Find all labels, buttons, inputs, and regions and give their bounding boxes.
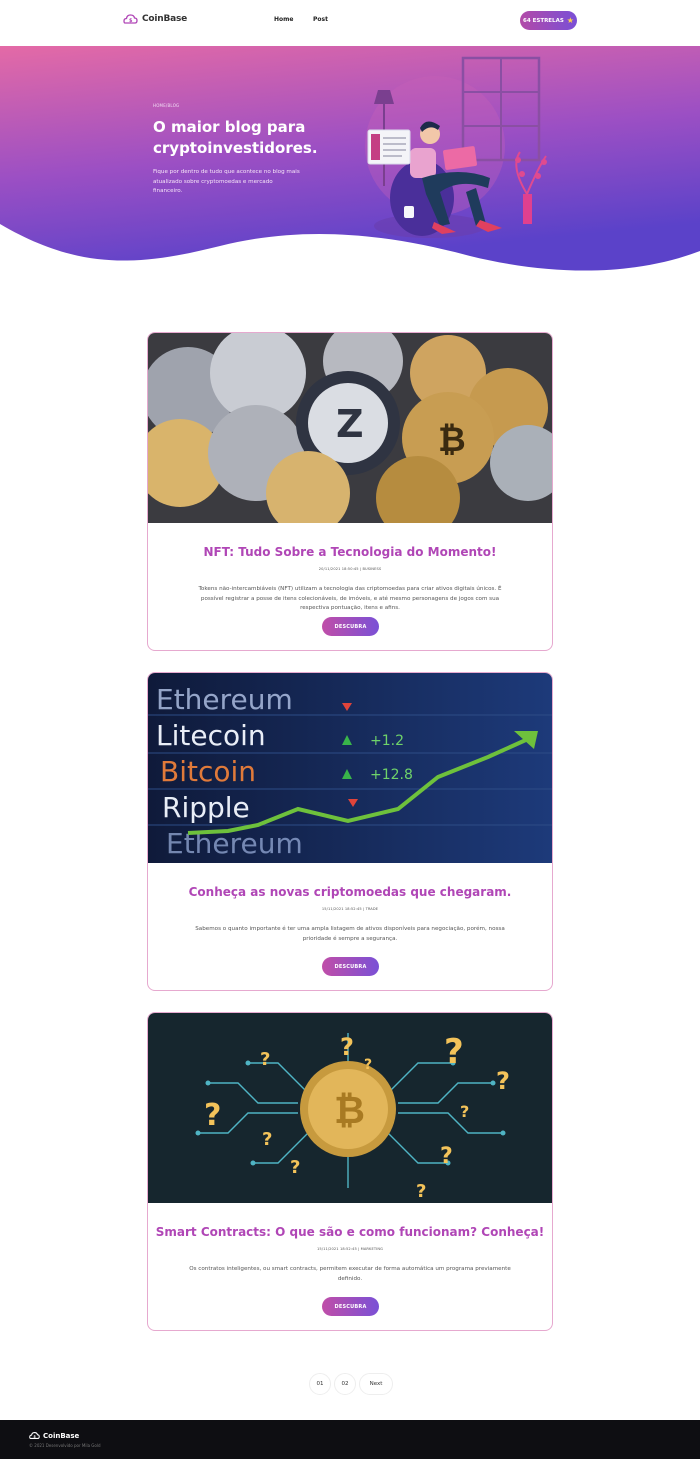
github-stars-button[interactable]: 64 ESTRELAS ★ bbox=[520, 11, 577, 30]
coinbase-logo-icon: $ bbox=[29, 1432, 40, 1439]
ticker-name: Ripple bbox=[162, 791, 250, 824]
brand-name: CoinBase bbox=[142, 14, 188, 24]
svg-text:?: ? bbox=[204, 1098, 221, 1133]
coinbase-logo-icon: $ bbox=[123, 14, 138, 24]
svg-text:?: ? bbox=[364, 1057, 372, 1073]
svg-text:?: ? bbox=[290, 1157, 300, 1178]
pagination: 01 02 Next bbox=[0, 1373, 700, 1395]
post-title[interactable]: Smart Contracts: O que são e como funcio… bbox=[148, 1225, 552, 1239]
ticker-name: Bitcoin bbox=[160, 755, 256, 788]
svg-text:?: ? bbox=[440, 1144, 453, 1169]
brand-logo[interactable]: $ CoinBase bbox=[123, 13, 187, 25]
svg-text:₿: ₿ bbox=[438, 420, 466, 460]
post-meta: 15/11/2021 18:52:45 | TRADE bbox=[321, 907, 379, 911]
svg-text:?: ? bbox=[416, 1181, 426, 1202]
post-image-crypto-ticker: Ethereum Litecoin Bitcoin Ripple Ethereu… bbox=[148, 673, 552, 863]
post-image-crypto-coins: Z ₿ bbox=[148, 333, 552, 523]
svg-text:?: ? bbox=[340, 1033, 354, 1061]
svg-text:Z: Z bbox=[336, 402, 364, 446]
hero-illustration bbox=[365, 56, 547, 238]
site-footer: $ CoinBase © 2021 Desenvolvido por Mila … bbox=[0, 1420, 700, 1459]
page-1-button[interactable]: 01 bbox=[309, 1373, 331, 1395]
breadcrumb: HOME/BLOG bbox=[153, 103, 180, 108]
svg-text:?: ? bbox=[260, 1049, 270, 1070]
discover-button[interactable]: DESCUBRA bbox=[322, 617, 379, 636]
ticker-image-icon: Ethereum Litecoin Bitcoin Ripple Ethereu… bbox=[148, 673, 552, 863]
ticker-name: Litecoin bbox=[156, 719, 266, 752]
next-page-button[interactable]: Next bbox=[359, 1373, 393, 1395]
bitcoin-circuit-image-icon: ₿ ? ? ? ? ? ? ? ? ? ? ? bbox=[148, 1013, 552, 1203]
hero-description: Fique por dentro de tudo que acontece no… bbox=[153, 169, 300, 195]
ticker-name: Ethereum bbox=[156, 683, 293, 716]
nav-post-link[interactable]: Post bbox=[313, 16, 328, 23]
discover-button[interactable]: DESCUBRA bbox=[322, 1297, 379, 1316]
ticker-value: +12.8 bbox=[370, 767, 413, 783]
svg-text:?: ? bbox=[496, 1067, 510, 1095]
ticker-value: +1.2 bbox=[370, 733, 404, 749]
page-2-button[interactable]: 02 bbox=[334, 1373, 356, 1395]
svg-text:?: ? bbox=[460, 1102, 469, 1121]
site-header: $ CoinBase Home Post 64 ESTRELAS ★ bbox=[0, 0, 700, 46]
post-excerpt: Sabemos o quanto importante é ter uma am… bbox=[195, 926, 505, 942]
post-excerpt: Os contratos inteligentes, ou smart cont… bbox=[189, 1266, 511, 1282]
hero-title: O maior blog para cryptoinvestidores. bbox=[153, 118, 318, 157]
svg-text:?: ? bbox=[444, 1032, 464, 1072]
post-image-bitcoin-circuit: ₿ ? ? ? ? ? ? ? ? ? ? ? bbox=[148, 1013, 552, 1203]
discover-button[interactable]: DESCUBRA bbox=[322, 957, 379, 976]
stars-label: 64 ESTRELAS bbox=[523, 17, 564, 24]
hero-banner: HOME/BLOG O maior blog para cryptoinvest… bbox=[0, 46, 700, 278]
post-card-smart-contracts: ₿ ? ? ? ? ? ? ? ? ? ? ? Smart Contracts:… bbox=[147, 1012, 553, 1331]
svg-text:?: ? bbox=[262, 1129, 272, 1150]
footer-brand-logo[interactable]: $ CoinBase bbox=[29, 1431, 79, 1440]
post-title[interactable]: NFT: Tudo Sobre a Tecnologia do Momento! bbox=[148, 545, 552, 559]
hero-wave-background bbox=[0, 46, 700, 271]
footer-brand-name: CoinBase bbox=[43, 1431, 80, 1440]
post-meta: 20/11/2021 18:50:45 | BUSINESS bbox=[318, 567, 382, 571]
post-card-nft: Z ₿ NFT: Tudo Sobre a Tecnologia do Mome… bbox=[147, 332, 553, 651]
page: $ CoinBase Home Post 64 ESTRELAS ★ HOME/… bbox=[0, 0, 700, 1459]
post-meta: 15/11/2021 18:52:45 | MARKETING bbox=[316, 1247, 383, 1251]
ticker-name: Ethereum bbox=[166, 827, 303, 860]
star-icon: ★ bbox=[566, 16, 574, 25]
post-card-new-crypto: Ethereum Litecoin Bitcoin Ripple Ethereu… bbox=[147, 672, 553, 991]
coins-image-icon: Z ₿ bbox=[148, 333, 552, 523]
nav-home-link[interactable]: Home bbox=[274, 16, 293, 23]
svg-text:$: $ bbox=[33, 1435, 36, 1439]
post-title[interactable]: Conheça as novas criptomoedas que chegar… bbox=[148, 885, 552, 899]
post-excerpt: Tokens não-intercambiáveis (NFT) utiliza… bbox=[198, 586, 502, 612]
footer-copyright: © 2021 Desenvolvido por Mila Gold bbox=[29, 1443, 101, 1448]
svg-text:$: $ bbox=[129, 18, 133, 24]
svg-text:₿: ₿ bbox=[334, 1088, 365, 1132]
